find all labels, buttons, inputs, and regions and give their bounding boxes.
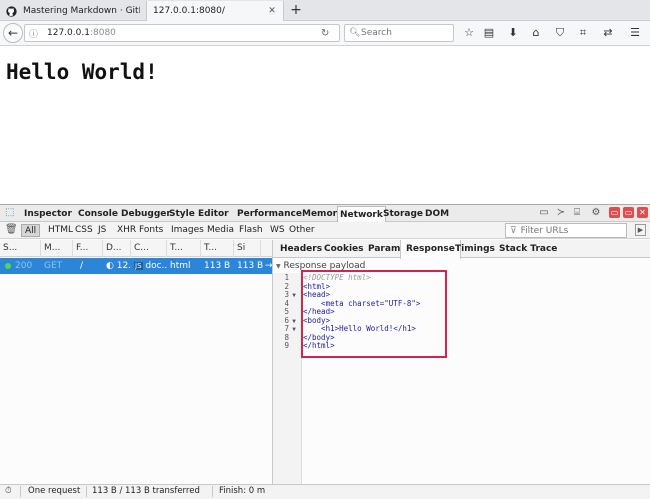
download-icon[interactable]: ⬇ <box>505 25 521 41</box>
reload-icon[interactable]: ↻ <box>321 28 335 39</box>
tab-localhost[interactable]: 127.0.0.1:8080/ ✕ <box>146 1 284 21</box>
request-size: 113 B <box>237 261 264 271</box>
filter-urls-input[interactable] <box>520 225 617 236</box>
new-tab-button[interactable]: + <box>288 2 304 19</box>
status-icon[interactable]: ⏱ <box>5 485 12 498</box>
back-arrow-icon: ← <box>7 26 19 40</box>
split-console-icon[interactable]: ≻ <box>555 207 567 219</box>
url-bar[interactable]: ⓘ 127.0.0.1:8080 ↻ <box>24 24 340 42</box>
column-status[interactable]: S... <box>0 240 41 257</box>
column-transferred[interactable]: T... <box>201 240 234 257</box>
search-icon: 🔍︎ <box>349 28 361 38</box>
search-input[interactable] <box>361 28 451 38</box>
tab-title: 127.0.0.1:8080/ <box>153 6 225 16</box>
reading-list-icon[interactable]: ▤ <box>481 25 497 41</box>
request-cause-text: doc... <box>145 261 167 271</box>
filter-css[interactable]: CSS <box>72 224 96 237</box>
page-heading: Hello World! <box>6 60 158 84</box>
column-method[interactable]: M... <box>41 240 73 257</box>
filter-images[interactable]: Images <box>168 224 207 237</box>
filter-flash[interactable]: Flash <box>236 224 266 237</box>
devtools-tab-style-editor[interactable]: Style Editor <box>167 206 231 222</box>
line-number: 9 <box>284 341 289 350</box>
devtools-tab-inspector[interactable]: Inspector <box>22 206 74 222</box>
request-domain-text: 12... <box>116 261 131 271</box>
close-devtools-icon[interactable]: ✕ <box>637 207 648 218</box>
status-finish: Finish: 0 m <box>219 486 266 496</box>
back-button[interactable]: ← <box>3 23 23 43</box>
home-icon[interactable]: ⌂ <box>528 25 544 41</box>
tab-title: Mastering Markdown · GitHub <box>23 6 140 16</box>
dock-window-icon[interactable]: ▭ <box>623 207 634 218</box>
column-domain[interactable]: D... <box>103 240 131 257</box>
request-timeline: → <box>265 261 272 271</box>
bookmark-star-icon[interactable]: ☆ <box>461 25 477 41</box>
devtools-tab-network[interactable]: Network <box>337 206 386 222</box>
request-cause: JS doc... <box>131 258 167 274</box>
column-size[interactable]: Si <box>234 240 261 257</box>
devtools-tab-dom[interactable]: DOM <box>423 206 451 222</box>
filter-other[interactable]: Other <box>286 224 318 237</box>
request-file: / <box>80 261 84 271</box>
column-type[interactable]: T... <box>167 240 201 257</box>
detail-tab-timings[interactable]: Timings <box>450 240 500 258</box>
dock-side-icon[interactable]: ▭ <box>609 207 620 218</box>
filter-media[interactable]: Media <box>204 224 237 237</box>
crop-screenshot-icon[interactable]: ⌗ <box>575 25 591 41</box>
highlight-annotation-box <box>301 270 447 358</box>
responsive-mode-icon[interactable]: ⌸ <box>571 207 583 219</box>
filter-js[interactable]: JS <box>95 224 109 237</box>
request-transferred: 113 B <box>204 261 231 271</box>
status-separator <box>212 486 213 497</box>
tab-mastering-markdown[interactable]: Mastering Markdown · GitHub <box>0 1 146 21</box>
column-file[interactable]: F... <box>73 240 103 257</box>
close-tab-icon[interactable]: ✕ <box>267 6 277 16</box>
devtools-tab-console[interactable]: Console <box>76 206 120 222</box>
settings-gear-icon[interactable]: ⚙ <box>590 207 602 219</box>
clear-trash-icon[interactable]: 🗑︎ <box>5 224 18 235</box>
devtools-tab-performance[interactable]: Performance <box>235 206 304 222</box>
extension-icon[interactable]: ⇄ <box>600 25 616 41</box>
github-icon <box>6 5 17 17</box>
devtools-tab-storage[interactable]: Storage <box>381 206 425 222</box>
url-text: 127.0.0.1:8080 <box>47 28 321 38</box>
frame-select-icon[interactable]: ▭ <box>538 207 550 219</box>
status-separator <box>86 486 87 497</box>
detail-tab-cookies[interactable]: Cookies <box>319 240 369 258</box>
pocket-icon[interactable]: ⛉ <box>552 25 568 41</box>
hamburger-menu-icon[interactable]: ☰ <box>627 25 643 41</box>
info-icon[interactable]: ⓘ <box>29 27 43 40</box>
request-method: GET <box>44 261 63 271</box>
collapse-triangle-icon: ▼ <box>276 263 281 270</box>
request-status: 200 <box>15 261 33 271</box>
filter-all[interactable]: All <box>21 224 41 237</box>
filter-urls-box[interactable]: ⊽ <box>505 223 627 238</box>
toggle-details-icon[interactable]: ▶ <box>635 224 646 236</box>
filter-icon: ⊽ <box>510 225 517 236</box>
status-separator <box>20 486 21 497</box>
request-type: html <box>170 261 191 271</box>
cause-badge: JS <box>134 262 143 270</box>
request-domain: ◐ 12... <box>103 258 131 274</box>
url-host: 127.0.0.1 <box>47 28 90 38</box>
filter-ws[interactable]: WS <box>267 224 288 237</box>
filter-fonts[interactable]: Fonts <box>136 224 166 237</box>
url-port: :8080 <box>89 28 116 38</box>
detail-tab-stack-trace[interactable]: Stack Trace <box>494 240 562 258</box>
column-cause[interactable]: C... <box>131 240 167 257</box>
status-request-count: One request <box>28 486 81 496</box>
element-picker-icon[interactable]: ⬚ <box>5 207 17 219</box>
globe-icon: ◐ <box>106 261 114 271</box>
search-bar[interactable]: 🔍︎ <box>344 24 454 42</box>
status-ok-dot <box>5 263 11 269</box>
status-transferred: 113 B / 113 B transferred <box>92 486 200 496</box>
devtools-tab-debugger[interactable]: Debugger <box>119 206 173 222</box>
